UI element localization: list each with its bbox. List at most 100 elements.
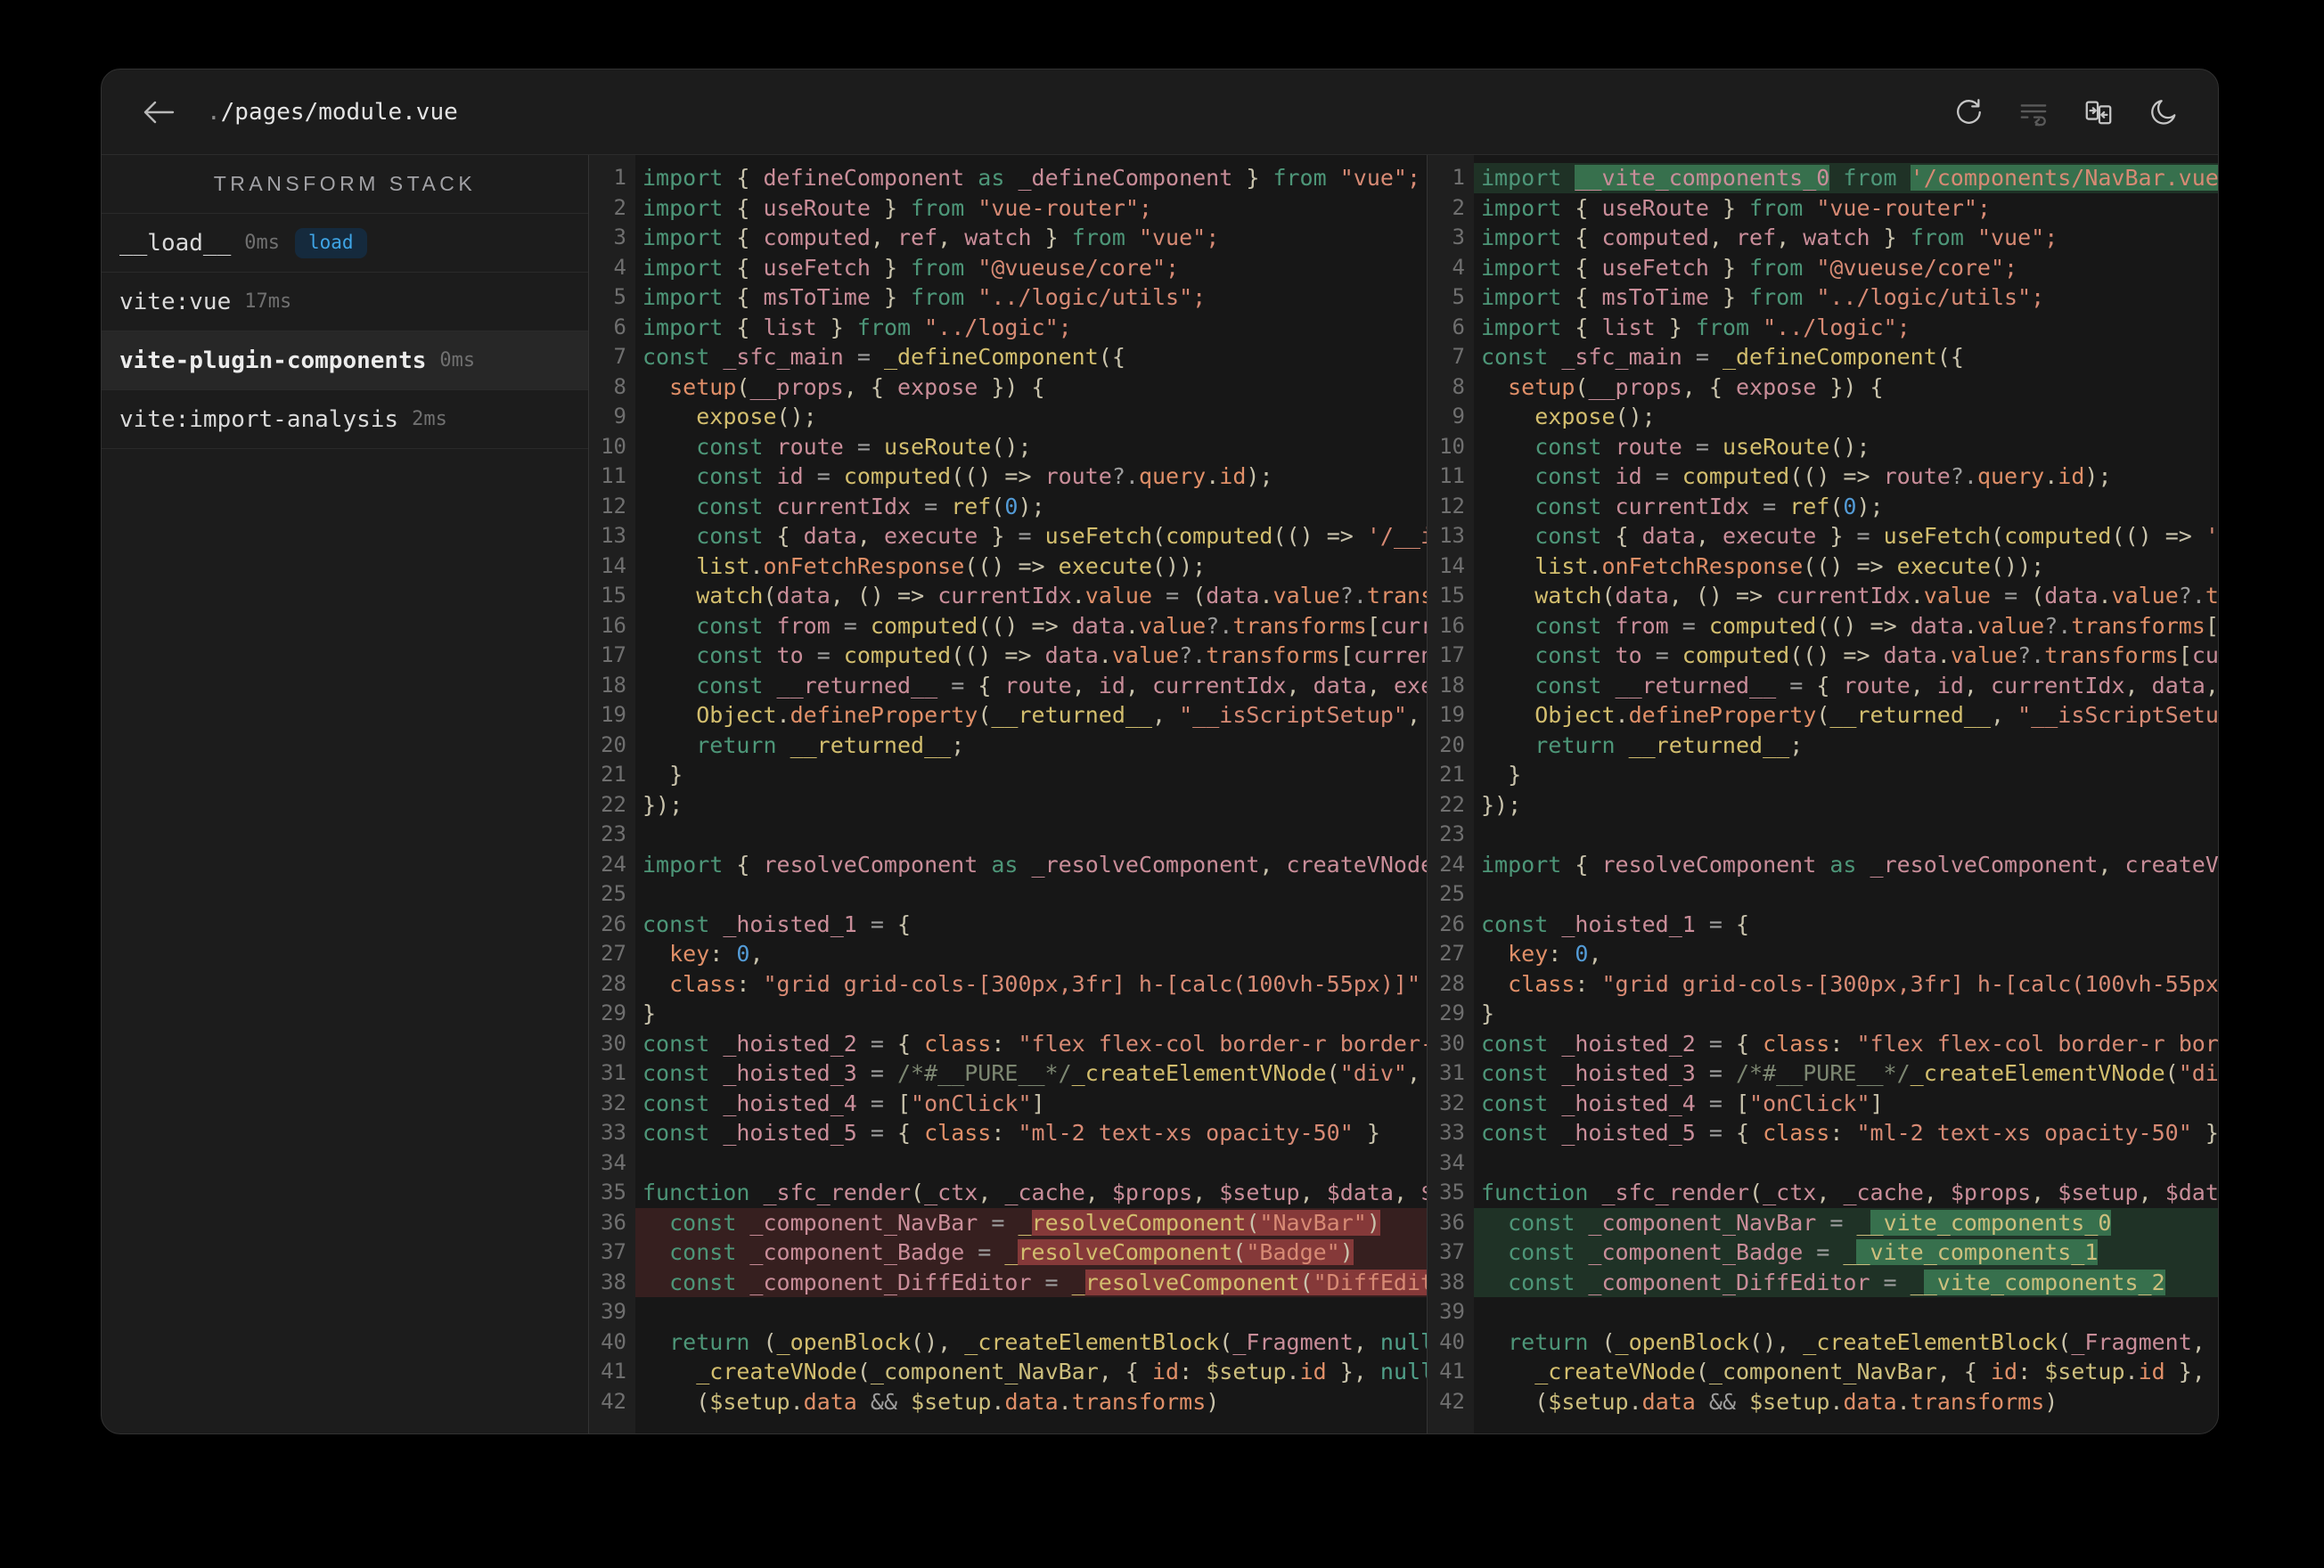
line-number: 17 [1439,642,1465,667]
code-text: key: 0, [669,941,764,967]
line-number: 28 [601,970,626,996]
code-line: 37 const _component_Badge = __vite_compo… [1428,1237,2218,1268]
code-line: 7 const _sfc_main = _defineComponent({ [589,342,1427,372]
line-number: 39 [601,1299,626,1324]
line-number: 25 [1439,881,1465,906]
refresh-button[interactable] [1952,95,1985,129]
line-number: 15 [1439,583,1465,608]
line-number: 38 [1439,1269,1465,1294]
code-text: import { msToTime } from "../logic/utils… [642,284,1207,310]
sidebar-item-vite-vue[interactable]: vite:vue 17ms [102,273,588,331]
toolbar-icons [1952,95,2181,129]
word-wrap-button[interactable] [2017,95,2050,129]
line-number: 8 [613,373,626,399]
line-number: 14 [601,552,626,578]
line-number: 22 [601,791,626,817]
code-text: import { computed, ref, watch } from "vu… [1481,225,2058,250]
code-text: const _sfc_main = _defineComponent({ [1481,344,1964,370]
code-text: const to = computed(() => data.value?.tr… [1534,642,2218,668]
line-number: 41 [1439,1359,1465,1384]
code-line: 39 [1428,1297,2218,1327]
code-panel-before[interactable]: 1 import { defineComponent as _defineComp… [589,155,1427,1433]
code-line: 21 } [589,760,1427,790]
line-number: 41 [601,1359,626,1384]
line-number: 20 [1439,731,1465,757]
page-title: ./pages/module.vue [207,99,458,126]
line-number: 33 [601,1120,626,1145]
code-text: const id = computed(() => route?.query.i… [696,463,1273,489]
code-line: 28 class: "grid grid-cols-[300px,3fr] h-… [589,969,1427,1000]
line-number: 11 [601,463,626,488]
line-number: 6 [613,314,626,339]
code-line: 33 const _hoisted_5 = { class: "ml-2 text… [589,1118,1427,1148]
back-arrow-icon [143,101,175,123]
code-text: _createVNode(_component_NavBar, { id: $s… [1534,1359,2218,1384]
line-number: 9 [1452,404,1465,429]
code-line: 33 const _hoisted_5 = { class: "ml-2 text… [1428,1118,2218,1148]
line-number: 42 [1439,1388,1465,1414]
line-number: 26 [601,911,626,936]
line-number: 31 [601,1060,626,1085]
code-text: import { msToTime } from "../logic/utils… [1481,284,2045,310]
line-number: 5 [1452,284,1465,309]
code-text: return (_openBlock(), _createElementBloc… [1508,1328,2218,1355]
code-text: const _hoisted_3 = /*#__PURE__*/_createE… [1481,1060,2218,1086]
code-line: 37 const _component_Badge = _resolveComp… [589,1237,1427,1268]
dark-mode-button[interactable] [2147,95,2181,129]
code-line: 12 const currentIdx = ref(0); [589,492,1427,522]
line-number: 15 [601,583,626,608]
sidebar-item-vite-plugin-components[interactable]: vite-plugin-components 0ms [102,331,588,390]
code-text: class: "grid grid-cols-[300px,3fr] h-[ca… [669,970,1420,997]
code-text: watch(data, () => currentIdx.value = (da… [696,583,1427,608]
code-line: 27 key: 0, [1428,939,2218,969]
plugin-list: __load__ 0ms load vite:vue 17ms vite-plugin-c… [102,214,588,449]
code-text: const _hoisted_5 = { class: "ml-2 text-x… [1481,1120,2218,1146]
code-line: 4 import { useFetch } from "@vueuse/core"… [1428,253,2218,283]
line-number: 34 [601,1149,626,1175]
code-line: 36 const _component_NavBar = __vite_comp… [1428,1207,2218,1237]
code-line: 16 const from = computed(() => data.valu… [589,611,1427,641]
code-line: 41 _createVNode(_component_NavBar, { id:… [589,1357,1427,1387]
code-panel-after[interactable]: 1 import __vite_components_0 from '/compo… [1427,155,2218,1433]
line-number: 21 [1439,762,1465,787]
code-text: const _hoisted_1 = { [642,911,912,937]
code-text: return __returned__; [1534,731,1804,758]
code-line: 2 import { useRoute } from "vue-router"; [589,193,1427,224]
sidebar-item--load-[interactable]: __load__ 0ms load [102,214,588,273]
code-text: const to = computed(() => data.value?.tr… [696,642,1427,668]
code-text: } [1481,762,1522,788]
code-text: setup(__props, { expose }) { [1508,373,1884,400]
side-by-side-diff-icon [2085,101,2112,124]
code-line: 40 return (_openBlock(), _createElementB… [1428,1327,2218,1358]
diff-added-line: import __vite_components_0 from '/compon… [1474,163,2218,193]
code-text: import { resolveComponent as _resolveCom… [642,851,1427,878]
code-line: 26 const _hoisted_1 = { [1428,910,2218,940]
line-number: 21 [601,762,626,787]
line-number: 29 [601,1000,626,1025]
title-dot: . [207,98,221,126]
code-line: 31 const _hoisted_3 = /*#__PURE__*/_creat… [1428,1058,2218,1089]
code-line: 5 import { msToTime } from "../logic/util… [1428,282,2218,313]
code-line: 29} [1428,999,2218,1029]
back-button[interactable] [141,97,176,127]
code-line: 6 import { list } from "../logic"; [1428,313,2218,343]
title-bar: ./pages/module.vue [102,69,2218,155]
line-number: 22 [1439,791,1465,817]
code-line: 34 [1428,1148,2218,1179]
code-line: 31 const _hoisted_3 = /*#__PURE__*/_creat… [589,1058,1427,1089]
line-number: 17 [601,642,626,667]
code-text: import { useRoute } from "vue-router"; [642,194,1152,221]
code-line: 26 const _hoisted_1 = { [589,910,1427,940]
line-number: 13 [601,523,626,548]
line-number: 16 [1439,612,1465,638]
code-line: 5 import { msToTime } from "../logic/util… [589,282,1427,313]
line-number: 23 [601,821,626,846]
code-line: 41 _createVNode(_component_NavBar, { id:… [1428,1357,2218,1387]
code-line: 10 const route = useRoute(); [1428,432,2218,462]
sidebar-item-vite-import-analysis[interactable]: vite:import-analysis 2ms [102,390,588,449]
line-number: 12 [1439,493,1465,519]
code-text: watch(data, () => currentIdx.value = (da… [1534,583,2218,608]
side-by-side-button[interactable] [2082,95,2115,129]
